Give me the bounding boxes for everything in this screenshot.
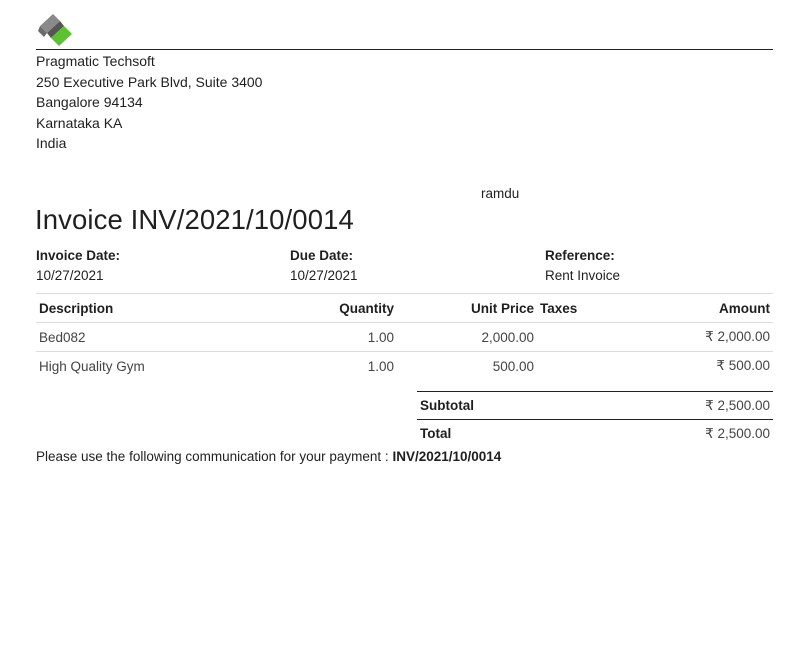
invoice-date-value: 10/27/2021 xyxy=(36,268,104,283)
line-taxes xyxy=(537,352,627,381)
company-street: 250 Executive Park Blvd, Suite 3400 xyxy=(36,73,263,90)
table-row: Bed082 1.00 2,000.00 ₹ 2,000.00 xyxy=(36,322,773,352)
company-state: Karnataka KA xyxy=(36,114,123,131)
line-unit-price: 2,000.00 xyxy=(481,329,534,345)
col-unit-price: Unit Price xyxy=(470,300,534,316)
company-country: India xyxy=(36,135,67,151)
line-taxes xyxy=(537,323,627,352)
invoice-lines-table: Description Quantity Unit Price Taxes Am… xyxy=(36,293,773,380)
due-date-block: Due Date: 10/27/2021 xyxy=(290,246,358,286)
company-city-zip: Bangalore 94134 xyxy=(36,94,143,110)
pragmatic-logo-icon xyxy=(38,14,72,46)
table-header-row: Description Quantity Unit Price Taxes Am… xyxy=(36,293,773,323)
invoice-title: Invoice INV/2021/10/0014 xyxy=(35,204,354,235)
partner-name: ramdu xyxy=(481,186,520,201)
subtotal-label: Subtotal xyxy=(420,398,474,413)
company-address: Pragmatic Techsoft 250 Executive Park Bl… xyxy=(36,51,262,154)
payment-reference: INV/2021/10/0014 xyxy=(392,449,502,464)
col-taxes: Taxes xyxy=(540,300,578,316)
due-date-value: 10/27/2021 xyxy=(290,268,358,283)
header-divider xyxy=(36,49,773,50)
table-row: High Quality Gym 1.00 500.00 ₹ 500.00 xyxy=(36,351,773,381)
reference-label: Reference: xyxy=(545,248,615,263)
line-description: High Quality Gym xyxy=(39,358,145,374)
total-value: ₹ 2,500.00 xyxy=(705,425,770,441)
company-name: Pragmatic Techsoft xyxy=(36,53,155,69)
payment-communication: Please use the following communication f… xyxy=(36,449,501,464)
total-label: Total xyxy=(420,426,452,441)
col-amount: Amount xyxy=(719,300,770,316)
total-row: Total ₹ 2,500.00 xyxy=(417,419,773,448)
totals-table: Subtotal ₹ 2,500.00 Total ₹ 2,500.00 xyxy=(417,391,773,447)
reference-value: Rent Invoice xyxy=(545,268,621,283)
reference-block: Reference: Rent Invoice xyxy=(545,246,620,286)
due-date-label: Due Date: xyxy=(290,248,354,263)
col-quantity: Quantity xyxy=(339,300,394,316)
line-unit-price: 500.00 xyxy=(492,358,534,374)
subtotal-value: ₹ 2,500.00 xyxy=(705,397,770,413)
line-quantity: 1.00 xyxy=(367,358,394,374)
subtotal-row: Subtotal ₹ 2,500.00 xyxy=(417,391,773,420)
line-description: Bed082 xyxy=(39,329,86,345)
payment-communication-text: Please use the following communication f… xyxy=(36,449,393,464)
invoice-date-block: Invoice Date: 10/27/2021 xyxy=(36,246,120,286)
line-amount: ₹ 2,000.00 xyxy=(705,329,770,344)
line-amount: ₹ 500.00 xyxy=(716,358,770,373)
invoice-date-label: Invoice Date: xyxy=(36,248,121,263)
line-quantity: 1.00 xyxy=(367,329,394,345)
col-description: Description xyxy=(39,300,114,316)
